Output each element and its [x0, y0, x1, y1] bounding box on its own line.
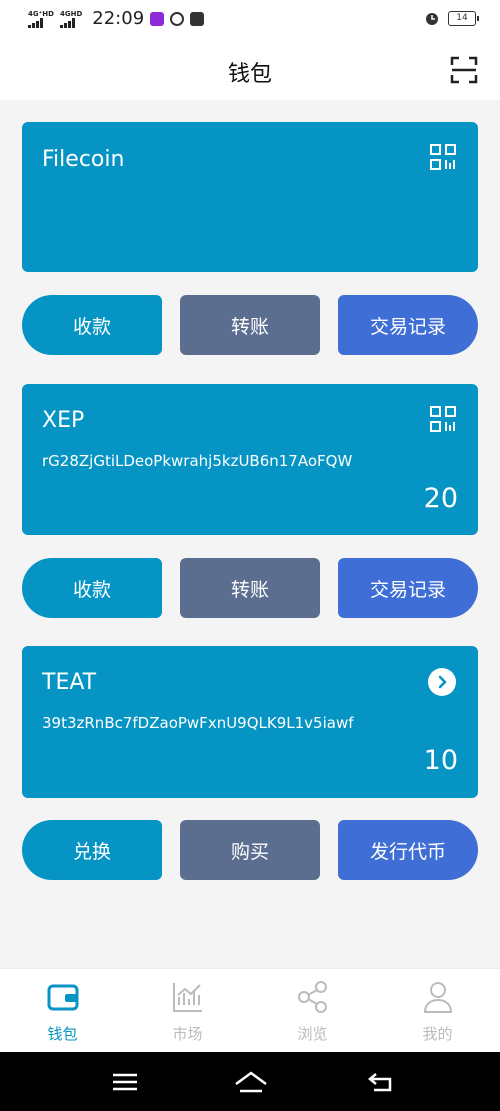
- wallet-address: 39t3zRnBc7fDZaoPwFxnU9QLK9L1v5iawf: [42, 714, 354, 732]
- chart-icon: [172, 983, 202, 1012]
- transaction-history-button[interactable]: 交易记录: [338, 295, 478, 355]
- wallet-name: TEAT: [42, 670, 97, 695]
- receive-button[interactable]: 收款: [22, 295, 162, 355]
- transfer-button[interactable]: 转账: [180, 558, 320, 618]
- taobao-app-icon: [190, 11, 205, 26]
- app-header: 钱包: [0, 38, 500, 100]
- wallet-card-filecoin[interactable]: Filecoin: [22, 122, 478, 272]
- status-time: 22:09: [92, 8, 145, 29]
- exchange-button[interactable]: 兑换: [22, 820, 162, 880]
- issue-token-button[interactable]: 发行代币: [338, 820, 478, 880]
- share-icon: [297, 981, 327, 1013]
- scan-icon[interactable]: [450, 56, 478, 84]
- home-icon[interactable]: [233, 1070, 269, 1094]
- buy-button[interactable]: 购买: [180, 820, 320, 880]
- qr-code-icon[interactable]: [430, 406, 456, 432]
- page-title: 钱包: [227, 62, 272, 87]
- chat-app-icon: [170, 11, 185, 26]
- status-bar: 4G⁺HD 4GHD 22:09 14: [0, 0, 500, 38]
- signal-indicator-1: 4G⁺HD: [28, 10, 54, 28]
- signal-bars-icon: [59, 17, 75, 28]
- system-nav-bar: [0, 1052, 500, 1111]
- qr-code-icon[interactable]: [430, 144, 456, 170]
- receive-button[interactable]: 收款: [22, 558, 162, 618]
- signal-bars-icon: [28, 17, 43, 28]
- tab-label: 市场: [172, 1025, 203, 1043]
- tab-me[interactable]: 我的: [375, 969, 500, 1052]
- back-icon[interactable]: [366, 1070, 396, 1094]
- signal-indicator-2: 4GHD: [59, 10, 82, 28]
- tab-wallet[interactable]: 钱包: [0, 969, 125, 1052]
- wallet-icon: [47, 984, 78, 1011]
- user-icon: [423, 982, 452, 1013]
- wallet-card-teat[interactable]: TEAT 39t3zRnBc7fDZaoPwFxnU9QLK9L1v5iawf …: [22, 646, 478, 798]
- tab-label: 钱包: [47, 1025, 78, 1043]
- wallet-balance: 20: [423, 483, 458, 514]
- wallet-address: rG28ZjGtiLDeoPkwrahj5kzUB6n17AoFQW: [42, 452, 353, 470]
- menu-icon[interactable]: [110, 1070, 140, 1094]
- chevron-right-icon[interactable]: [428, 668, 456, 696]
- tab-label: 我的: [422, 1025, 453, 1043]
- video-app-icon: [150, 11, 165, 26]
- transfer-button[interactable]: 转账: [180, 295, 320, 355]
- alarm-icon: [426, 13, 438, 25]
- transaction-history-button[interactable]: 交易记录: [338, 558, 478, 618]
- wallet-balance: 10: [423, 745, 458, 776]
- bottom-tab-bar: 钱包 市场 浏览 我的: [0, 968, 500, 1052]
- wallet-card-xep[interactable]: XEP rG28ZjGtiLDeoPkwrahj5kzUB6n17AoFQW 2…: [22, 384, 478, 535]
- tab-browse[interactable]: 浏览: [250, 969, 375, 1052]
- tab-label: 浏览: [297, 1025, 328, 1043]
- wallet-name: Filecoin: [42, 147, 125, 172]
- wallet-name: XEP: [42, 408, 85, 433]
- tab-market[interactable]: 市场: [125, 969, 250, 1052]
- battery-icon: 14: [448, 10, 479, 26]
